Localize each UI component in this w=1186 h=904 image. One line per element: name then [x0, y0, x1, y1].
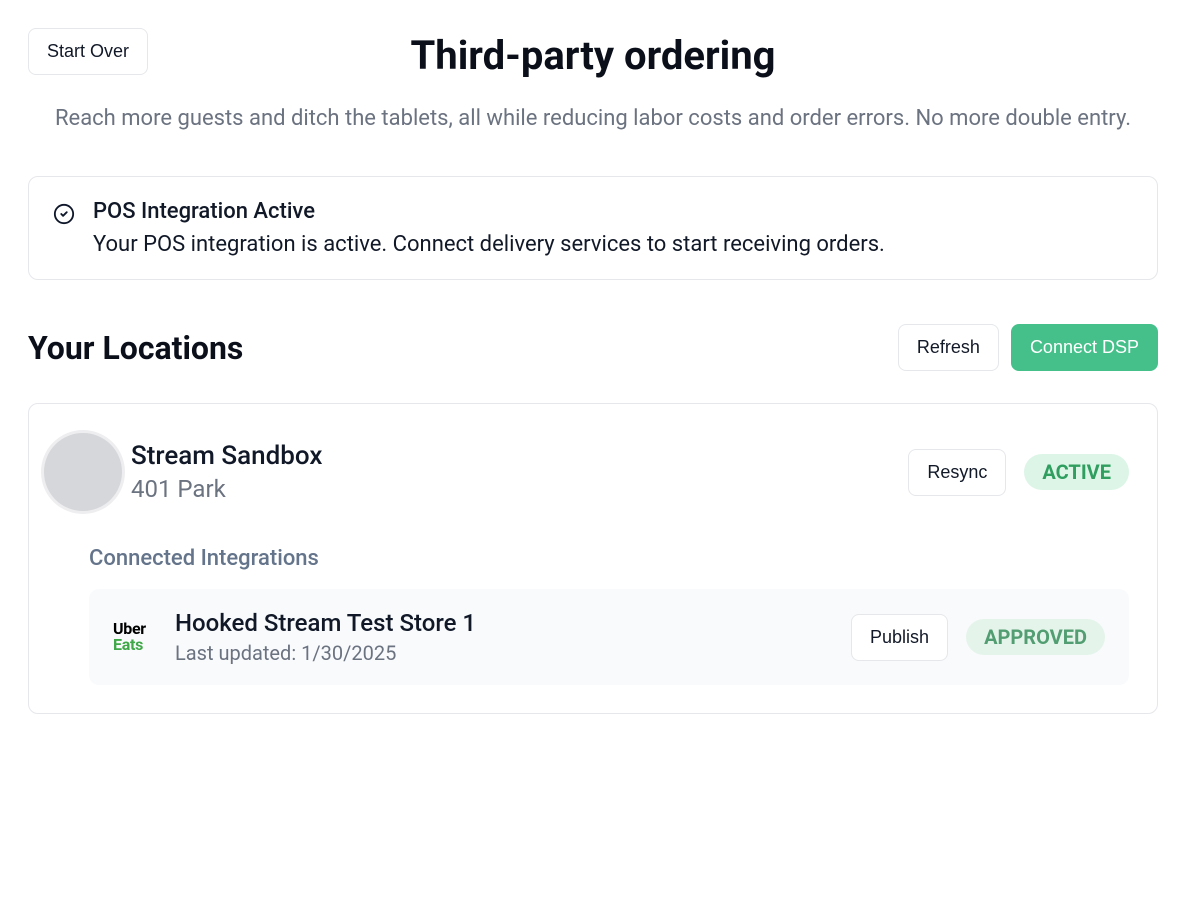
page-title: Third-party ordering	[28, 28, 1158, 79]
pos-integration-alert: POS Integration Active Your POS integrat…	[28, 176, 1158, 280]
check-circle-icon	[53, 203, 75, 225]
location-name: Stream Sandbox	[131, 441, 902, 471]
publish-button[interactable]: Publish	[851, 614, 948, 661]
location-avatar	[41, 430, 125, 514]
location-card: Stream Sandbox 401 Park Resync ACTIVE Co…	[28, 403, 1158, 714]
start-over-button[interactable]: Start Over	[28, 28, 148, 75]
uber-eats-logo: Uber Eats	[113, 621, 157, 655]
location-status-badge: ACTIVE	[1024, 454, 1129, 490]
locations-heading: Your Locations	[28, 329, 243, 367]
integration-status-badge: APPROVED	[966, 619, 1105, 655]
integration-store-name: Hooked Stream Test Store 1	[175, 609, 833, 637]
provider-line2: Eats	[113, 637, 157, 654]
alert-description: Your POS integration is active. Connect …	[93, 232, 885, 257]
page-subtitle: Reach more guests and ditch the tablets,…	[28, 101, 1158, 136]
connect-dsp-button[interactable]: Connect DSP	[1011, 324, 1158, 371]
location-address: 401 Park	[131, 475, 902, 503]
alert-title: POS Integration Active	[93, 199, 885, 224]
resync-button[interactable]: Resync	[908, 449, 1006, 496]
refresh-button[interactable]: Refresh	[898, 324, 999, 371]
integrations-heading: Connected Integrations	[89, 546, 1129, 571]
integration-last-updated: Last updated: 1/30/2025	[175, 641, 833, 665]
integration-row: Uber Eats Hooked Stream Test Store 1 Las…	[89, 589, 1129, 685]
